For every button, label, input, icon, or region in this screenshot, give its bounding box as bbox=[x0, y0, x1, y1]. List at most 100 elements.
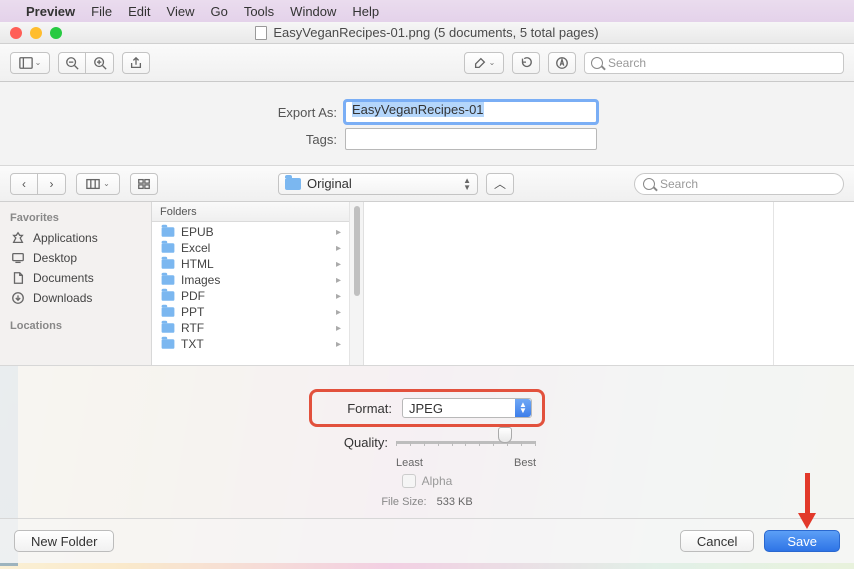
menu-help[interactable]: Help bbox=[352, 4, 379, 19]
markup-icon bbox=[555, 56, 569, 70]
format-value: JPEG bbox=[409, 401, 443, 416]
sidebar-item-label: Desktop bbox=[33, 251, 77, 265]
browse-toolbar: ‹ › ⌄ Original ▲▼ ︿ Search bbox=[0, 166, 854, 202]
filesize-value: 533 KB bbox=[437, 496, 473, 508]
column-item[interactable]: HTML ▸ bbox=[152, 256, 349, 272]
zoom-in-button[interactable] bbox=[86, 52, 114, 74]
new-folder-button[interactable]: New Folder bbox=[14, 530, 114, 552]
group-icon bbox=[137, 177, 151, 191]
column-item-label: RTF bbox=[181, 321, 204, 335]
export-as-field[interactable]: EasyVeganRecipes-01 bbox=[345, 101, 597, 123]
column-item[interactable]: EPUB▸ bbox=[152, 224, 349, 240]
back-button[interactable]: ‹ bbox=[10, 173, 38, 195]
downloads-icon bbox=[10, 291, 26, 305]
chevron-right-icon: ▸ bbox=[336, 243, 341, 254]
column-item-label: EPUB bbox=[181, 225, 214, 239]
folder-icon bbox=[162, 275, 175, 285]
cancel-button[interactable]: Cancel bbox=[680, 530, 754, 552]
sidebar-icon bbox=[19, 56, 33, 70]
column-item[interactable]: PPT ▸ bbox=[152, 304, 349, 320]
rotate-icon bbox=[519, 56, 533, 70]
column-scrollbar[interactable] bbox=[350, 202, 364, 365]
sidebar-locations-header: Locations bbox=[0, 316, 151, 336]
filesize-label: File Size: bbox=[381, 496, 426, 508]
column-3 bbox=[774, 202, 854, 365]
format-popup[interactable]: JPEG ▲▼ bbox=[402, 398, 532, 418]
column-item[interactable]: Excel ▸ bbox=[152, 240, 349, 256]
sidebar-item-label: Downloads bbox=[33, 291, 92, 305]
window-titlebar: EasyVeganRecipes-01.png (5 documents, 5 … bbox=[0, 22, 854, 44]
menu-file[interactable]: File bbox=[91, 4, 112, 19]
zoom-in-icon bbox=[93, 56, 107, 70]
sidebar-item-applications[interactable]: Applications bbox=[0, 228, 151, 248]
forward-button[interactable]: › bbox=[38, 173, 66, 195]
documents-icon bbox=[10, 271, 26, 285]
folder-icon bbox=[162, 307, 175, 317]
column-item-label: Images bbox=[181, 273, 220, 287]
chevron-right-icon: › bbox=[50, 177, 54, 191]
export-header: Export As: EasyVeganRecipes-01 Tags: bbox=[0, 82, 854, 166]
up-folder-button[interactable]: ︿ bbox=[486, 173, 514, 195]
column-item[interactable]: RTF▸ bbox=[152, 320, 349, 336]
column-item-label: HTML bbox=[181, 257, 214, 271]
rotate-button[interactable] bbox=[512, 52, 540, 74]
folder-icon bbox=[162, 259, 175, 269]
chevron-right-icon: ▸ bbox=[336, 259, 341, 270]
markup-highlighter-button[interactable]: ⌄ bbox=[464, 52, 504, 74]
sidebar-item-downloads[interactable]: Downloads bbox=[0, 288, 151, 308]
sidebar-toggle-button[interactable]: ⌄ bbox=[10, 52, 50, 74]
format-highlight-annotation: Format: JPEG ▲▼ bbox=[309, 389, 545, 427]
toolbar-search-placeholder: Search bbox=[608, 56, 646, 70]
system-menubar: Preview File Edit View Go Tools Window H… bbox=[0, 0, 854, 22]
markup-toggle-button[interactable] bbox=[548, 52, 576, 74]
search-icon bbox=[643, 178, 655, 190]
column-2 bbox=[364, 202, 774, 365]
column-item-label: PDF bbox=[181, 289, 205, 303]
columns-view-icon bbox=[86, 177, 100, 191]
sidebar-item-desktop[interactable]: Desktop bbox=[0, 248, 151, 268]
column-header[interactable]: Folders bbox=[152, 202, 349, 222]
column-item-label: PPT bbox=[181, 305, 204, 319]
export-as-label: Export As: bbox=[257, 105, 337, 120]
view-mode-button[interactable]: ⌄ bbox=[76, 173, 120, 195]
sidebar: Favorites Applications Desktop Documents… bbox=[0, 202, 152, 365]
column-item[interactable]: Images▸ bbox=[152, 272, 349, 288]
sidebar-item-label: Documents bbox=[33, 271, 94, 285]
dialog-footer: New Folder Cancel Save bbox=[0, 519, 854, 563]
folder-icon bbox=[162, 323, 175, 333]
folder-icon bbox=[162, 243, 175, 253]
app-menu[interactable]: Preview bbox=[26, 4, 75, 19]
menu-edit[interactable]: Edit bbox=[128, 4, 150, 19]
updown-icon: ▲▼ bbox=[463, 177, 471, 191]
chevron-up-icon: ︿ bbox=[494, 175, 506, 192]
quality-label: Quality: bbox=[318, 435, 388, 450]
tags-field[interactable] bbox=[345, 128, 597, 150]
format-label: Format: bbox=[322, 401, 392, 416]
menu-window[interactable]: Window bbox=[290, 4, 336, 19]
chevron-right-icon: ▸ bbox=[336, 307, 341, 318]
export-options: Format: JPEG ▲▼ Quality: Least Best Alph… bbox=[0, 365, 854, 519]
browse-search-field[interactable]: Search bbox=[634, 173, 844, 195]
menu-go[interactable]: Go bbox=[210, 4, 227, 19]
column-1: Folders EPUB▸Excel ▸ HTML ▸ Images▸PDF▸PPT ▸ R… bbox=[152, 202, 350, 365]
slider-knob[interactable] bbox=[498, 427, 512, 443]
highlighter-icon bbox=[473, 56, 487, 70]
column-item[interactable]: PDF▸ bbox=[152, 288, 349, 304]
location-popup[interactable]: Original ▲▼ bbox=[278, 173, 478, 195]
file-browser: Favorites Applications Desktop Documents… bbox=[0, 202, 854, 365]
menu-view[interactable]: View bbox=[167, 4, 195, 19]
share-button[interactable] bbox=[122, 52, 150, 74]
column-item-label: TXT bbox=[181, 337, 204, 351]
group-button[interactable] bbox=[130, 173, 158, 195]
zoom-out-button[interactable] bbox=[58, 52, 86, 74]
chevron-left-icon: ‹ bbox=[22, 177, 26, 191]
quality-slider[interactable] bbox=[396, 432, 536, 452]
folder-icon bbox=[162, 339, 175, 349]
menu-tools[interactable]: Tools bbox=[244, 4, 274, 19]
sidebar-item-documents[interactable]: Documents bbox=[0, 268, 151, 288]
column-item-label: Excel bbox=[181, 241, 210, 255]
column-item[interactable]: TXT▸ bbox=[152, 336, 349, 352]
alpha-checkbox[interactable] bbox=[402, 474, 416, 488]
toolbar-search-field[interactable]: Search bbox=[584, 52, 844, 74]
save-button[interactable]: Save bbox=[764, 530, 840, 552]
